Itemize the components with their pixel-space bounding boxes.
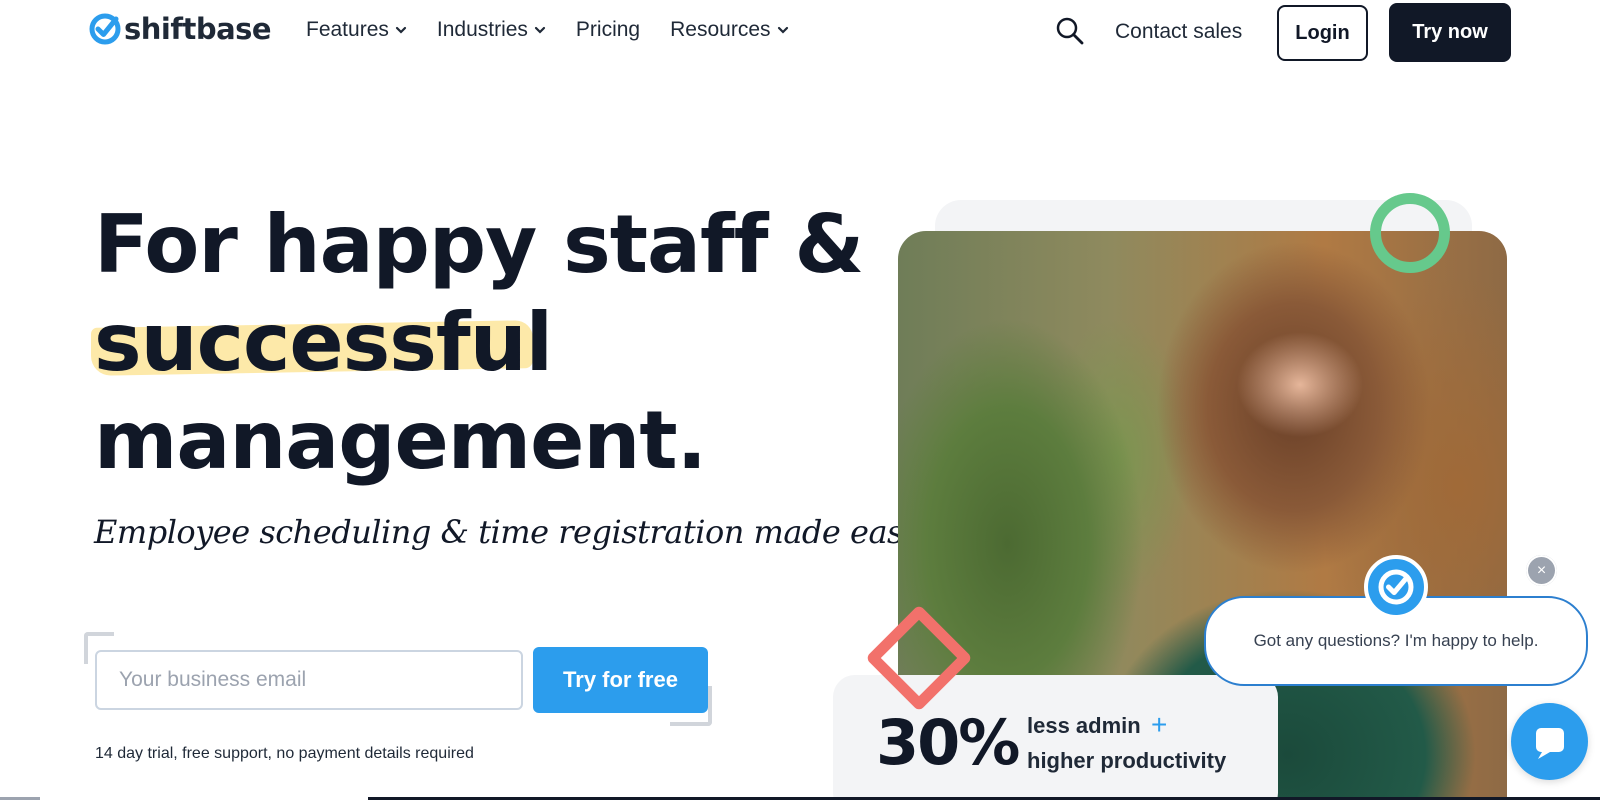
chat-icon	[1535, 727, 1564, 759]
chevron-down-icon	[534, 26, 546, 34]
nav-item-industries[interactable]: Industries	[437, 18, 546, 42]
green-ring-decoration	[1370, 193, 1450, 273]
corner-bracket-decoration	[670, 686, 712, 726]
nav-item-label: Industries	[436, 18, 528, 41]
logo-check-icon	[89, 13, 121, 45]
headline-highlight-text: successful	[94, 296, 553, 389]
chevron-down-icon	[777, 26, 788, 34]
stat-label-line-2: higher productivity	[1027, 748, 1227, 773]
hero-subheading: Employee scheduling & time registration …	[94, 513, 921, 551]
chat-launcher-button[interactable]	[1511, 703, 1588, 780]
check-icon	[1378, 569, 1414, 605]
trial-note: 14 day trial, free support, no payment d…	[95, 745, 474, 762]
shiftbase-logo[interactable]: shiftbase	[89, 12, 272, 46]
chat-close-button[interactable]: ×	[1526, 555, 1557, 586]
nav-item-label: Resources	[670, 18, 771, 41]
stat-label-line-1: less admin	[1027, 713, 1141, 738]
nav-item-features[interactable]: Features	[306, 18, 407, 42]
chat-avatar	[1364, 555, 1428, 619]
plus-icon: +	[1151, 709, 1168, 740]
nav-item-pricing[interactable]: Pricing	[576, 18, 640, 42]
nav-item-label: Pricing	[575, 18, 641, 41]
nav-item-label: Features	[306, 18, 389, 41]
hero-headline: For happy staff & successful management.	[91, 196, 874, 490]
search-icon[interactable]	[1055, 16, 1085, 46]
top-navigation: shiftbase Features Industries Pricing Re…	[0, 0, 1600, 66]
login-button[interactable]: Login	[1277, 5, 1368, 61]
business-email-input[interactable]	[95, 650, 523, 710]
headline-line-2: successful	[91, 294, 874, 392]
stat-percentage: 30%	[876, 706, 1020, 779]
headline-line-3: management.	[94, 394, 707, 487]
try-now-button[interactable]: Try now	[1389, 3, 1511, 62]
chevron-down-icon	[395, 26, 406, 34]
logo-wordmark: shiftbase	[124, 12, 272, 46]
headline-highlight: successful	[91, 294, 553, 392]
chat-greeting-text: Got any questions? I'm happy to help.	[1253, 631, 1539, 650]
headline-line-1: For happy staff &	[94, 198, 864, 291]
contact-sales-link[interactable]: Contact sales	[1115, 20, 1242, 44]
main-menu: Features Industries Pricing Resources	[306, 18, 789, 42]
nav-item-resources[interactable]: Resources	[670, 18, 788, 42]
